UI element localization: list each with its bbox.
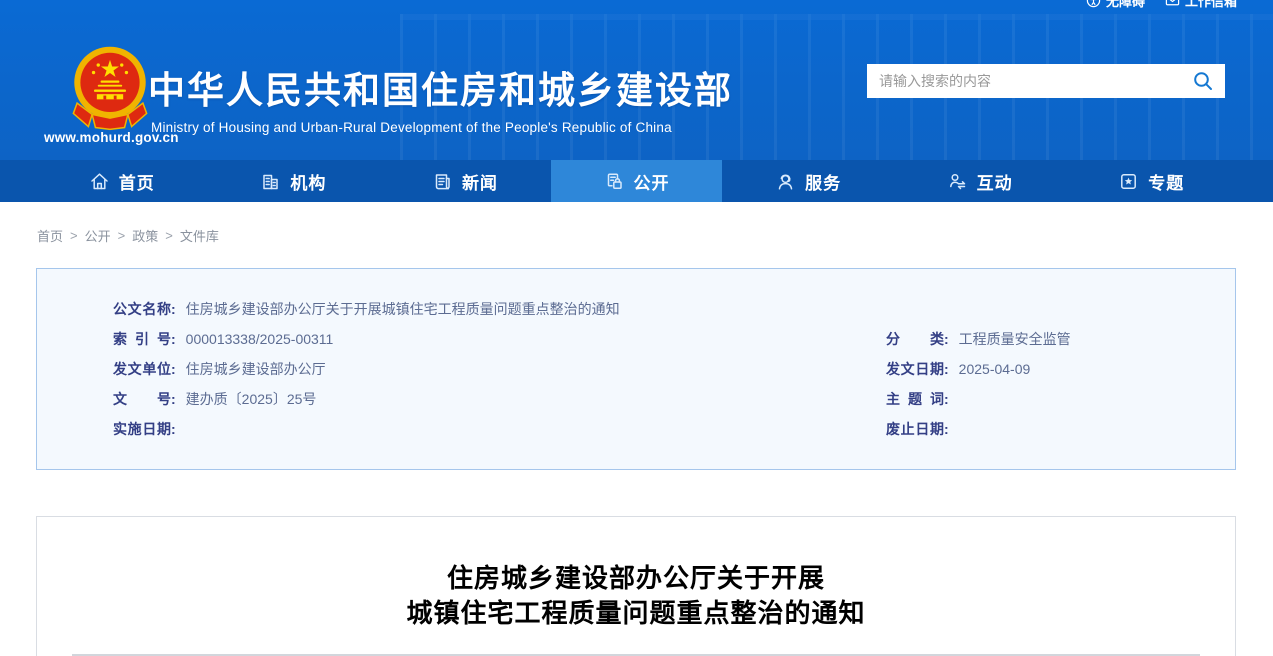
interaction-icon <box>947 171 968 192</box>
meta-name-label: 公文名称 <box>113 294 171 324</box>
nav-label: 新闻 <box>462 169 498 194</box>
article-title: 住房城乡建设部办公厅关于开展 城镇住宅工程质量问题重点整治的通知 <box>37 561 1235 631</box>
nav-item-service[interactable]: 服务 <box>722 160 894 202</box>
nav-label: 公开 <box>634 169 670 194</box>
utility-topbar: 无障碍 工作信箱 <box>1086 0 1237 10</box>
meta-issue-date-label: 发文日期 <box>886 354 944 384</box>
mailbox-link[interactable]: 工作信箱 <box>1165 0 1237 10</box>
main-nav-inner: 首页 机构 新闻 公开 服务 <box>36 160 1237 202</box>
nav-label: 机构 <box>290 169 326 194</box>
meta-colon: : <box>944 361 949 377</box>
mail-icon <box>1165 0 1180 8</box>
meta-category-label: 分类 <box>886 324 944 354</box>
organization-icon <box>260 171 281 192</box>
site-header-banner: 无障碍 工作信箱 <box>0 0 1273 160</box>
meta-row-5: 实施日期: 废止日期: <box>113 414 1205 444</box>
nav-label: 专题 <box>1148 169 1184 194</box>
news-icon <box>432 171 453 192</box>
mailbox-label: 工作信箱 <box>1185 0 1237 10</box>
breadcrumb-policy[interactable]: 政策 <box>132 226 158 245</box>
accessibility-label: 无障碍 <box>1106 0 1145 10</box>
search-box <box>867 64 1225 98</box>
search-icon <box>1192 70 1214 92</box>
meta-index-label: 索引号 <box>113 324 171 354</box>
nav-item-organization[interactable]: 机构 <box>208 160 380 202</box>
meta-colon: : <box>171 331 176 347</box>
meta-issue-date-value: 2025-04-09 <box>959 361 1031 377</box>
article-title-line2: 城镇住宅工程质量问题重点整治的通知 <box>37 596 1235 631</box>
meta-subject-label: 主题词 <box>886 384 944 414</box>
disclosure-lock-icon <box>604 171 625 192</box>
breadcrumb-separator: > <box>165 228 173 243</box>
site-title: 中华人民共和国住房和城乡建设部 <box>148 60 733 114</box>
article-box: 住房城乡建设部办公厅关于开展 城镇住宅工程质量问题重点整治的通知 <box>36 516 1236 656</box>
breadcrumb-home[interactable]: 首页 <box>37 226 63 245</box>
nav-item-disclosure[interactable]: 公开 <box>551 160 723 202</box>
meta-colon: : <box>944 391 949 407</box>
meta-impl-date-label: 实施日期 <box>113 414 171 444</box>
nav-item-home[interactable]: 首页 <box>36 160 208 202</box>
meta-colon: : <box>171 301 176 317</box>
search-input[interactable] <box>867 64 1181 98</box>
service-person-icon <box>775 171 796 192</box>
meta-index-value: 000013338/2025-00311 <box>186 331 334 347</box>
breadcrumb-separator: > <box>70 228 78 243</box>
meta-doc-no-label: 文号 <box>113 384 171 414</box>
breadcrumb-separator: > <box>118 228 126 243</box>
meta-issuer-label: 发文单位 <box>113 354 171 384</box>
document-metadata-box: 公文名称: 住房城乡建设部办公厅关于开展城镇住宅工程质量问题重点整治的通知 索引号… <box>36 268 1236 470</box>
nav-item-news[interactable]: 新闻 <box>379 160 551 202</box>
accessibility-icon <box>1086 0 1101 8</box>
meta-doc-no-value: 建办质〔2025〕25号 <box>186 391 317 407</box>
topic-star-icon <box>1118 171 1139 192</box>
breadcrumb-disclosure[interactable]: 公开 <box>85 226 111 245</box>
breadcrumb-library[interactable]: 文件库 <box>180 226 219 245</box>
nav-item-interaction[interactable]: 互动 <box>894 160 1066 202</box>
nav-label: 互动 <box>977 169 1013 194</box>
breadcrumb: 首页 > 公开 > 政策 > 文件库 <box>37 226 1273 245</box>
nav-label: 首页 <box>119 169 155 194</box>
national-emblem-icon <box>63 44 157 134</box>
main-nav: 首页 机构 新闻 公开 服务 <box>0 160 1273 202</box>
home-icon <box>89 171 110 192</box>
meta-name-value: 住房城乡建设部办公厅关于开展城镇住宅工程质量问题重点整治的通知 <box>186 301 620 317</box>
meta-row-2: 索引号:000013338/2025-00311 分类:工程质量安全监管 <box>113 324 1205 354</box>
nav-item-topics[interactable]: 专题 <box>1065 160 1237 202</box>
article-title-line1: 住房城乡建设部办公厅关于开展 <box>37 561 1235 596</box>
nav-label: 服务 <box>805 169 841 194</box>
accessibility-link[interactable]: 无障碍 <box>1086 0 1145 10</box>
meta-category-value: 工程质量安全监管 <box>959 331 1071 347</box>
meta-row-4: 文号: 建办质〔2025〕25号 主题词: <box>113 384 1205 414</box>
site-subtitle-en: Ministry of Housing and Urban-Rural Deve… <box>151 120 672 135</box>
meta-row-3: 发文单位:住房城乡建设部办公厅 发文日期:2025-04-09 <box>113 354 1205 384</box>
meta-colon: : <box>944 331 949 347</box>
meta-colon: : <box>171 361 176 377</box>
meta-colon: : <box>171 391 176 407</box>
meta-row-name: 公文名称: 住房城乡建设部办公厅关于开展城镇住宅工程质量问题重点整治的通知 <box>113 294 1205 324</box>
search-button[interactable] <box>1181 64 1225 98</box>
meta-issuer-value: 住房城乡建设部办公厅 <box>186 361 326 377</box>
meta-colon: : <box>171 421 176 437</box>
meta-repeal-date-label: 废止日期 <box>886 414 944 444</box>
meta-colon: : <box>944 421 949 437</box>
